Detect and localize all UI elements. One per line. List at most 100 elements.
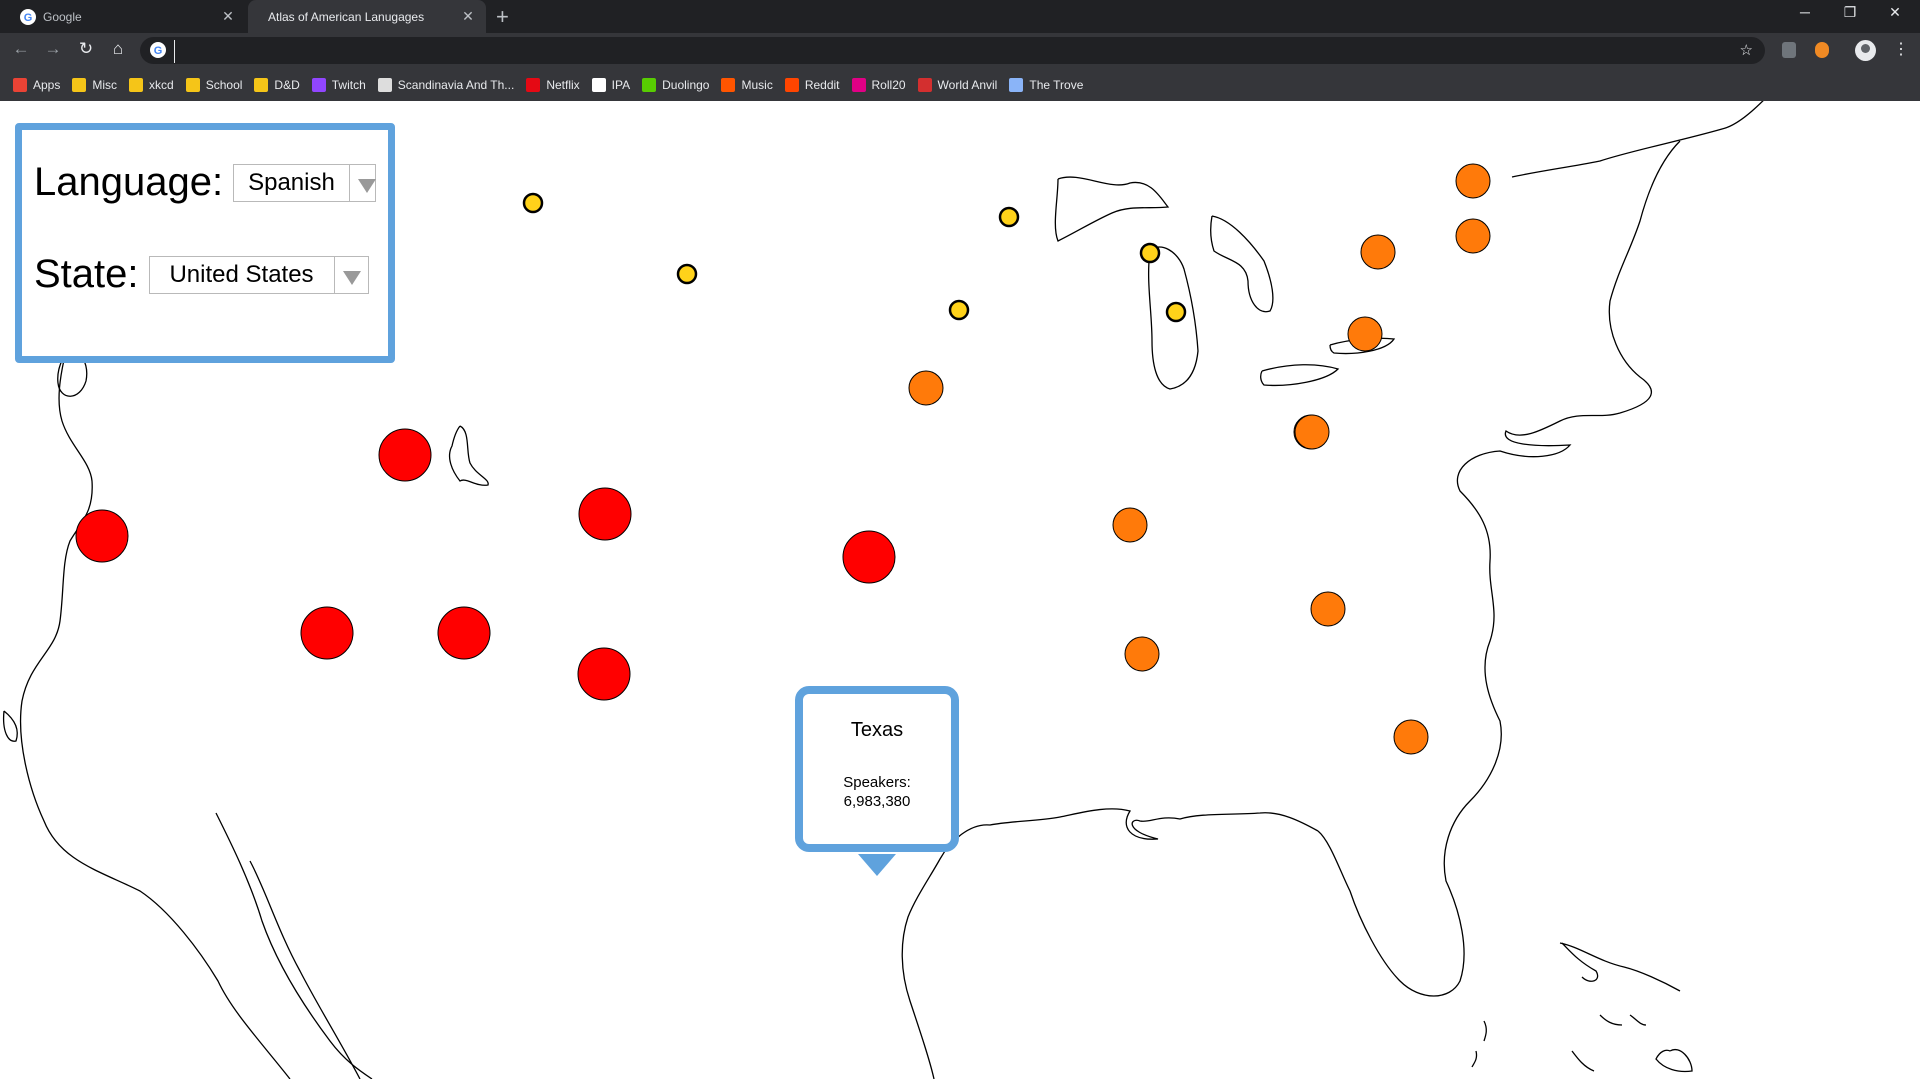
state-select-value: United States bbox=[169, 260, 314, 288]
speaker-marker-medium[interactable] bbox=[1360, 234, 1396, 270]
twitch-icon bbox=[311, 77, 326, 92]
speaker-marker-medium[interactable] bbox=[1347, 316, 1383, 352]
bookmark-item[interactable]: World Anvil bbox=[917, 77, 998, 92]
close-tab-icon[interactable]: ✕ bbox=[460, 8, 476, 25]
reload-icon[interactable]: ↻ bbox=[74, 39, 98, 59]
bookmark-label: Apps bbox=[33, 77, 61, 92]
speaker-marker-medium[interactable] bbox=[1112, 507, 1148, 543]
speaker-marker-low[interactable] bbox=[522, 192, 544, 214]
close-window-icon[interactable]: ✕ bbox=[1875, 4, 1915, 21]
speaker-marker-medium[interactable] bbox=[1393, 719, 1429, 755]
dropdown-arrow-icon[interactable] bbox=[348, 164, 377, 201]
bookmark-item[interactable]: Music bbox=[721, 77, 773, 92]
atlas-page: Language: Spanish State: United States T… bbox=[0, 101, 1920, 1079]
dropdown-arrow-icon[interactable] bbox=[333, 256, 368, 293]
bookmark-label: Music bbox=[741, 77, 773, 92]
bookmark-item[interactable]: Reddit bbox=[784, 77, 840, 92]
bookmark-item[interactable]: Roll20 bbox=[851, 77, 906, 92]
speaker-marker-low[interactable] bbox=[1165, 301, 1187, 323]
bookmark-item[interactable]: Duolingo bbox=[642, 77, 709, 92]
island-outline bbox=[1483, 1020, 1487, 1042]
extension-honey-icon[interactable] bbox=[1815, 42, 1829, 58]
forward-icon[interactable]: → bbox=[41, 39, 65, 59]
bookmark-item[interactable]: Scandinavia And Th... bbox=[377, 77, 515, 92]
state-row: State: United States bbox=[34, 252, 369, 297]
speaker-marker-medium[interactable] bbox=[908, 370, 944, 406]
state-select[interactable]: United States bbox=[148, 255, 369, 294]
st-lawrence-outline bbox=[1511, 101, 1764, 178]
minimize-icon[interactable]: ─ bbox=[1785, 4, 1825, 20]
speaker-marker-high[interactable] bbox=[437, 606, 491, 660]
speaker-marker-medium[interactable] bbox=[1455, 218, 1491, 254]
speaker-marker-high[interactable] bbox=[300, 606, 354, 660]
lake-erie-outline bbox=[1260, 364, 1340, 387]
island-outline bbox=[1571, 1050, 1595, 1072]
bookmark-item[interactable]: Netflix bbox=[526, 77, 580, 92]
state-label: State: bbox=[34, 252, 139, 296]
extension-shield-icon[interactable] bbox=[1782, 42, 1796, 58]
island-outline bbox=[1599, 1014, 1623, 1026]
speaker-marker-low[interactable] bbox=[1139, 242, 1161, 264]
address-input[interactable] bbox=[174, 40, 1679, 63]
speaker-marker-medium[interactable] bbox=[1124, 636, 1160, 672]
folder-icon bbox=[129, 77, 144, 92]
profile-avatar[interactable] bbox=[1855, 40, 1876, 61]
comic-icon bbox=[377, 77, 392, 92]
tab-google[interactable]: G Google ✕ bbox=[0, 0, 246, 33]
folder-icon bbox=[72, 77, 87, 92]
bookmark-label: World Anvil bbox=[937, 77, 998, 92]
tab-atlas[interactable]: Atlas of American Lanugages ✕ bbox=[248, 0, 486, 33]
duolingo-icon bbox=[642, 77, 657, 92]
new-tab-icon[interactable]: + bbox=[496, 4, 509, 30]
state-tooltip: Texas Speakers: 6,983,380 bbox=[795, 686, 959, 876]
bookmark-item[interactable]: Apps bbox=[13, 77, 61, 92]
language-row: Language: Spanish bbox=[34, 160, 377, 205]
island-outline bbox=[1629, 1014, 1647, 1026]
reddit-icon bbox=[784, 77, 799, 92]
bookmark-item[interactable]: Misc bbox=[72, 77, 118, 92]
bookmark-item[interactable]: Twitch bbox=[311, 77, 366, 92]
bookmark-label: School bbox=[205, 77, 243, 92]
home-icon[interactable]: ⌂ bbox=[106, 39, 130, 59]
svg-text:G: G bbox=[154, 45, 163, 57]
apps-grid-icon bbox=[13, 77, 27, 92]
restore-icon[interactable]: ❐ bbox=[1830, 4, 1870, 21]
bookmark-item[interactable]: School bbox=[185, 77, 243, 92]
speaker-marker-high[interactable] bbox=[578, 487, 632, 541]
filter-panel: Language: Spanish State: United States bbox=[15, 123, 395, 363]
lake-superior-outline bbox=[1054, 176, 1170, 242]
language-select-value: Spanish bbox=[248, 168, 335, 196]
bookmark-item[interactable]: The Trove bbox=[1009, 77, 1084, 92]
bookmark-item[interactable]: IPA bbox=[591, 77, 630, 92]
bahamas-outline bbox=[1561, 942, 1599, 982]
channel-islands-outline bbox=[2, 710, 18, 742]
netflix-icon bbox=[526, 77, 541, 92]
speaker-marker-medium[interactable] bbox=[1310, 591, 1346, 627]
speaker-marker-medium[interactable] bbox=[1455, 163, 1491, 199]
bookmark-label: Misc bbox=[92, 77, 118, 92]
speaker-marker-high[interactable] bbox=[842, 530, 896, 584]
menu-kebab-icon[interactable]: ⋮ bbox=[1893, 39, 1909, 59]
address-bar[interactable]: G ☆ bbox=[140, 37, 1765, 64]
google-icon: G bbox=[150, 42, 166, 58]
back-icon[interactable]: ← bbox=[9, 39, 33, 59]
speaker-marker-low[interactable] bbox=[676, 263, 698, 285]
language-select[interactable]: Spanish bbox=[233, 163, 377, 202]
bookmark-star-icon[interactable]: ☆ bbox=[1740, 41, 1753, 59]
speaker-marker-low[interactable] bbox=[948, 299, 970, 321]
speaker-marker-medium[interactable] bbox=[1294, 414, 1330, 450]
speaker-marker-high[interactable] bbox=[75, 509, 129, 563]
roll20-icon bbox=[851, 77, 866, 92]
baja-coast-outline bbox=[215, 812, 373, 1079]
bookmark-item[interactable]: xkcd bbox=[129, 77, 174, 92]
speaker-marker-high[interactable] bbox=[577, 647, 631, 701]
close-tab-icon[interactable]: ✕ bbox=[220, 8, 236, 25]
tooltip-speakers: Speakers: 6,983,380 bbox=[803, 773, 951, 811]
speaker-marker-low[interactable] bbox=[998, 206, 1020, 228]
bookmark-label: The Trove bbox=[1029, 77, 1084, 92]
speaker-marker-high[interactable] bbox=[378, 428, 432, 482]
trove-icon bbox=[1009, 77, 1024, 92]
baja-inner-outline bbox=[249, 860, 361, 1079]
bookmark-label: Scandinavia And Th... bbox=[397, 77, 515, 92]
bookmark-item[interactable]: D&D bbox=[254, 77, 300, 92]
